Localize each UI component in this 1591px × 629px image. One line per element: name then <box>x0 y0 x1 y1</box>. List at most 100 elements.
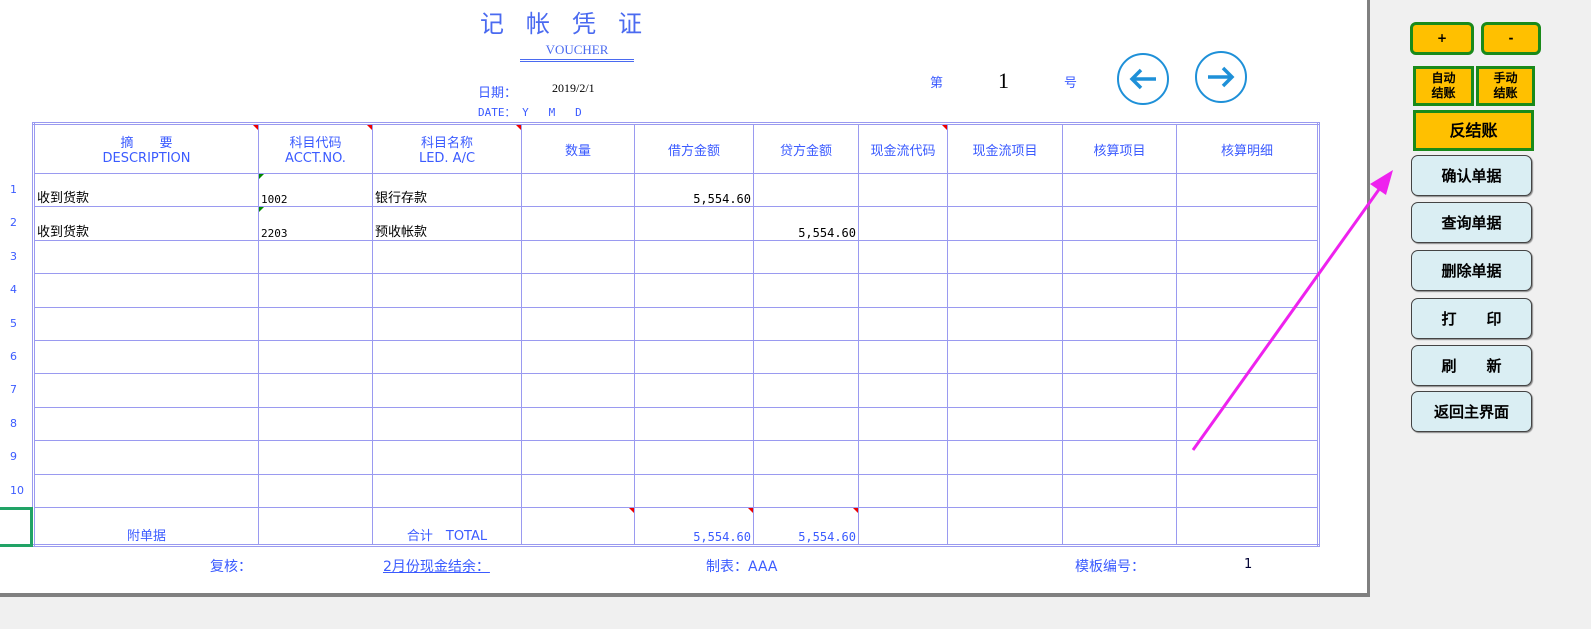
table-cell[interactable] <box>1062 373 1177 408</box>
table-cell[interactable] <box>858 273 948 308</box>
table-cell[interactable] <box>1062 206 1177 241</box>
table-cell[interactable] <box>634 273 754 308</box>
total-cell[interactable] <box>521 506 635 546</box>
table-cell[interactable] <box>1176 473 1319 508</box>
prev-voucher-button[interactable] <box>1117 53 1169 105</box>
table-cell[interactable] <box>33 473 259 508</box>
table-cell[interactable] <box>1176 373 1319 408</box>
auto-close-button[interactable]: 自动 结账 <box>1413 66 1474 106</box>
table-cell[interactable]: 收到货款 <box>33 206 259 241</box>
total-cell[interactable] <box>258 506 373 546</box>
table-cell[interactable] <box>1176 406 1319 442</box>
total-cell[interactable]: 5,554.60 <box>753 506 859 546</box>
table-cell[interactable] <box>947 406 1063 442</box>
table-cell[interactable] <box>634 306 754 341</box>
table-cell[interactable] <box>1062 306 1177 341</box>
table-cell[interactable] <box>947 172 1063 208</box>
table-cell[interactable] <box>33 239 259 275</box>
table-cell[interactable] <box>258 273 373 308</box>
table-cell[interactable] <box>372 339 522 375</box>
table-cell[interactable]: 银行存款 <box>372 172 522 208</box>
table-cell[interactable] <box>947 473 1063 508</box>
selected-cell[interactable] <box>0 507 33 547</box>
table-cell[interactable]: 预收帐款 <box>372 206 522 241</box>
table-cell[interactable] <box>634 206 754 241</box>
table-cell[interactable] <box>1176 440 1319 475</box>
back-to-main-button[interactable]: 返回主界面 <box>1411 391 1532 432</box>
table-cell[interactable] <box>634 239 754 275</box>
table-cell[interactable] <box>258 406 373 442</box>
table-cell[interactable] <box>521 339 635 375</box>
table-cell[interactable] <box>1176 206 1319 241</box>
table-cell[interactable] <box>33 373 259 408</box>
query-voucher-button[interactable]: 查询单据 <box>1411 202 1532 243</box>
table-cell[interactable] <box>947 306 1063 341</box>
table-cell[interactable] <box>258 440 373 475</box>
table-cell[interactable] <box>858 306 948 341</box>
table-cell[interactable] <box>753 239 859 275</box>
table-cell[interactable] <box>258 473 373 508</box>
table-cell[interactable] <box>753 406 859 442</box>
table-cell[interactable] <box>753 440 859 475</box>
table-cell[interactable] <box>33 339 259 375</box>
table-cell[interactable] <box>372 373 522 408</box>
table-cell[interactable] <box>258 306 373 341</box>
cash-balance-link[interactable]: 2月份现金结余： <box>383 556 490 576</box>
table-cell[interactable] <box>258 339 373 375</box>
table-cell[interactable] <box>521 373 635 408</box>
table-cell[interactable] <box>1062 239 1177 275</box>
table-cell[interactable] <box>634 406 754 442</box>
table-cell[interactable] <box>33 440 259 475</box>
table-cell[interactable] <box>258 373 373 408</box>
table-cell[interactable] <box>33 306 259 341</box>
table-cell[interactable] <box>521 306 635 341</box>
table-cell[interactable] <box>947 239 1063 275</box>
table-cell[interactable] <box>858 172 948 208</box>
date-value[interactable]: 2019/2/1 <box>552 81 595 96</box>
refresh-button[interactable]: 刷 新 <box>1411 345 1532 386</box>
table-cell[interactable] <box>1176 306 1319 341</box>
delete-voucher-button[interactable]: 删除单据 <box>1411 250 1532 291</box>
table-cell[interactable] <box>1176 273 1319 308</box>
total-cell[interactable] <box>858 506 948 546</box>
table-cell[interactable] <box>521 206 635 241</box>
table-cell[interactable] <box>753 339 859 375</box>
table-cell[interactable] <box>1062 172 1177 208</box>
table-cell[interactable] <box>1062 406 1177 442</box>
table-cell[interactable]: 1002 <box>258 172 373 208</box>
table-cell[interactable] <box>33 406 259 442</box>
table-cell[interactable] <box>1176 172 1319 208</box>
table-cell[interactable] <box>1176 339 1319 375</box>
table-cell[interactable] <box>521 172 635 208</box>
zoom-in-button[interactable]: + <box>1410 22 1474 55</box>
table-cell[interactable] <box>634 440 754 475</box>
table-cell[interactable] <box>1062 473 1177 508</box>
table-cell[interactable] <box>858 239 948 275</box>
total-cell[interactable]: 合计 TOTAL <box>372 506 522 546</box>
table-cell[interactable] <box>947 373 1063 408</box>
total-cell[interactable]: 附单据 <box>33 506 259 546</box>
table-cell[interactable] <box>1062 339 1177 375</box>
voucher-number[interactable]: 1 <box>998 68 1009 94</box>
total-cell[interactable] <box>1062 506 1177 546</box>
table-cell[interactable] <box>753 473 859 508</box>
confirm-voucher-button[interactable]: 确认单据 <box>1411 155 1532 196</box>
zoom-out-button[interactable]: - <box>1481 22 1541 55</box>
table-cell[interactable] <box>1176 239 1319 275</box>
reverse-close-button[interactable]: 反结账 <box>1413 110 1534 151</box>
table-cell[interactable] <box>947 206 1063 241</box>
table-cell[interactable] <box>372 406 522 442</box>
table-cell[interactable] <box>372 440 522 475</box>
table-cell[interactable] <box>947 440 1063 475</box>
table-cell[interactable] <box>258 239 373 275</box>
print-button[interactable]: 打 印 <box>1411 298 1532 339</box>
table-cell[interactable]: 5,554.60 <box>634 172 754 208</box>
table-cell[interactable] <box>753 373 859 408</box>
table-cell[interactable] <box>858 206 948 241</box>
table-cell[interactable] <box>372 239 522 275</box>
table-cell[interactable] <box>634 473 754 508</box>
table-cell[interactable] <box>634 373 754 408</box>
total-cell[interactable] <box>1176 506 1319 546</box>
table-cell[interactable] <box>521 239 635 275</box>
table-cell[interactable] <box>858 473 948 508</box>
